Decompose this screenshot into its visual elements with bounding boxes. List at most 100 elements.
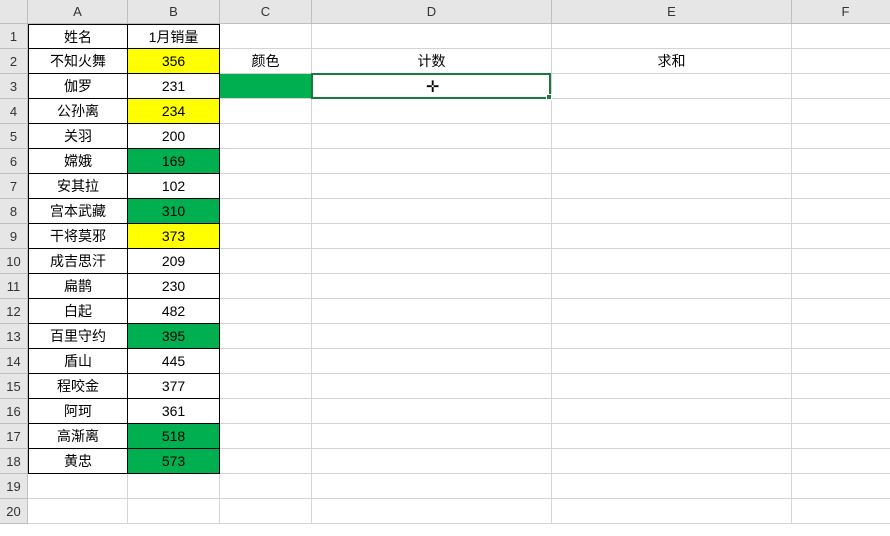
cell-C15[interactable] — [220, 374, 312, 399]
cell-B14[interactable]: 445 — [128, 349, 220, 374]
row-header-19[interactable]: 19 — [0, 474, 28, 499]
cell-B19[interactable] — [128, 474, 220, 499]
row-header-10[interactable]: 10 — [0, 249, 28, 274]
cell-B8[interactable]: 310 — [128, 199, 220, 224]
row-header-15[interactable]: 15 — [0, 374, 28, 399]
cell-C5[interactable] — [220, 124, 312, 149]
cell-E19[interactable] — [552, 474, 792, 499]
cell-D10[interactable] — [312, 249, 552, 274]
cell-D18[interactable] — [312, 449, 552, 474]
cell-F19[interactable] — [792, 474, 890, 499]
cell-D8[interactable] — [312, 199, 552, 224]
cell-D3[interactable] — [312, 74, 552, 99]
cell-E20[interactable] — [552, 499, 792, 524]
cell-C3[interactable] — [220, 74, 312, 99]
cell-A8[interactable]: 宫本武藏 — [28, 199, 128, 224]
cell-A3[interactable]: 伽罗 — [28, 74, 128, 99]
cell-F13[interactable] — [792, 324, 890, 349]
cell-D12[interactable] — [312, 299, 552, 324]
column-header-E[interactable]: E — [552, 0, 792, 24]
cell-E17[interactable] — [552, 424, 792, 449]
cell-E14[interactable] — [552, 349, 792, 374]
cell-A18[interactable]: 黄忠 — [28, 449, 128, 474]
cell-F3[interactable] — [792, 74, 890, 99]
row-header-1[interactable]: 1 — [0, 24, 28, 49]
cell-F15[interactable] — [792, 374, 890, 399]
cell-B5[interactable]: 200 — [128, 124, 220, 149]
cell-B10[interactable]: 209 — [128, 249, 220, 274]
cell-D14[interactable] — [312, 349, 552, 374]
cell-E15[interactable] — [552, 374, 792, 399]
cell-B13[interactable]: 395 — [128, 324, 220, 349]
cell-F12[interactable] — [792, 299, 890, 324]
cell-A15[interactable]: 程咬金 — [28, 374, 128, 399]
cell-B6[interactable]: 169 — [128, 149, 220, 174]
cell-A13[interactable]: 百里守约 — [28, 324, 128, 349]
cell-A12[interactable]: 白起 — [28, 299, 128, 324]
cell-F4[interactable] — [792, 99, 890, 124]
cell-E18[interactable] — [552, 449, 792, 474]
cell-F6[interactable] — [792, 149, 890, 174]
row-header-13[interactable]: 13 — [0, 324, 28, 349]
cell-D15[interactable] — [312, 374, 552, 399]
cell-D16[interactable] — [312, 399, 552, 424]
cell-D9[interactable] — [312, 224, 552, 249]
row-header-6[interactable]: 6 — [0, 149, 28, 174]
cell-B20[interactable] — [128, 499, 220, 524]
cell-C20[interactable] — [220, 499, 312, 524]
cell-D11[interactable] — [312, 274, 552, 299]
cell-E10[interactable] — [552, 249, 792, 274]
cell-D20[interactable] — [312, 499, 552, 524]
cell-F11[interactable] — [792, 274, 890, 299]
cell-F9[interactable] — [792, 224, 890, 249]
cell-E16[interactable] — [552, 399, 792, 424]
cell-F8[interactable] — [792, 199, 890, 224]
cell-F7[interactable] — [792, 174, 890, 199]
cell-A19[interactable] — [28, 474, 128, 499]
row-header-20[interactable]: 20 — [0, 499, 28, 524]
cell-D2[interactable]: 计数 — [312, 49, 552, 74]
row-header-8[interactable]: 8 — [0, 199, 28, 224]
cell-F14[interactable] — [792, 349, 890, 374]
cell-D1[interactable] — [312, 24, 552, 49]
cell-A14[interactable]: 盾山 — [28, 349, 128, 374]
row-header-5[interactable]: 5 — [0, 124, 28, 149]
cell-B2[interactable]: 356 — [128, 49, 220, 74]
cell-F16[interactable] — [792, 399, 890, 424]
cell-D6[interactable] — [312, 149, 552, 174]
cell-E8[interactable] — [552, 199, 792, 224]
row-header-17[interactable]: 17 — [0, 424, 28, 449]
cell-E5[interactable] — [552, 124, 792, 149]
cell-C18[interactable] — [220, 449, 312, 474]
row-header-9[interactable]: 9 — [0, 224, 28, 249]
cell-C14[interactable] — [220, 349, 312, 374]
row-header-4[interactable]: 4 — [0, 99, 28, 124]
cell-A9[interactable]: 干将莫邪 — [28, 224, 128, 249]
cell-B15[interactable]: 377 — [128, 374, 220, 399]
cell-C13[interactable] — [220, 324, 312, 349]
cell-C12[interactable] — [220, 299, 312, 324]
cell-E13[interactable] — [552, 324, 792, 349]
cell-F17[interactable] — [792, 424, 890, 449]
row-header-12[interactable]: 12 — [0, 299, 28, 324]
cell-B18[interactable]: 573 — [128, 449, 220, 474]
column-header-B[interactable]: B — [128, 0, 220, 24]
row-header-3[interactable]: 3 — [0, 74, 28, 99]
cell-E3[interactable] — [552, 74, 792, 99]
column-header-C[interactable]: C — [220, 0, 312, 24]
cell-C16[interactable] — [220, 399, 312, 424]
column-header-A[interactable]: A — [28, 0, 128, 24]
cell-A1[interactable]: 姓名 — [28, 24, 128, 49]
cell-E6[interactable] — [552, 149, 792, 174]
cell-B4[interactable]: 234 — [128, 99, 220, 124]
column-header-F[interactable]: F — [792, 0, 890, 24]
cell-C8[interactable] — [220, 199, 312, 224]
cell-C7[interactable] — [220, 174, 312, 199]
cell-B12[interactable]: 482 — [128, 299, 220, 324]
select-all-corner[interactable] — [0, 0, 28, 24]
cell-E11[interactable] — [552, 274, 792, 299]
cell-E7[interactable] — [552, 174, 792, 199]
cell-B11[interactable]: 230 — [128, 274, 220, 299]
cell-F1[interactable] — [792, 24, 890, 49]
cell-B1[interactable]: 1月销量 — [128, 24, 220, 49]
